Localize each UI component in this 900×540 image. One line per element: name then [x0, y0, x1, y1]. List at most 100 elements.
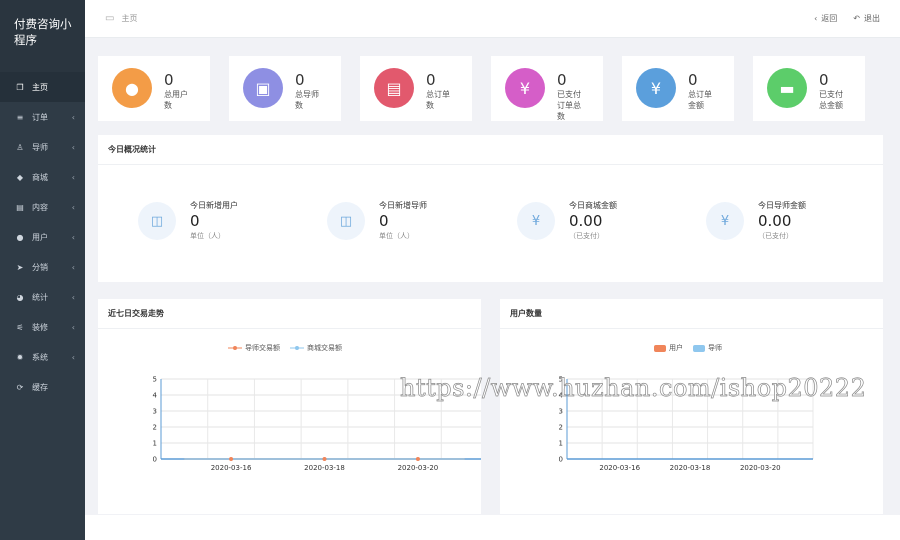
stat-card-4: ¥0 总订单金额 — [622, 56, 734, 121]
sidebar-item-9[interactable]: ✹ 系统 ‹ — [0, 342, 85, 372]
breadcrumb-home[interactable]: 主页 — [121, 13, 137, 24]
sidebar-item-label: 商城 — [32, 172, 48, 182]
x-tick-label: 2020-03-18 — [304, 464, 345, 472]
stat-card-3: ¥0 已支付订单总数 — [491, 56, 603, 121]
door-icon: ◫ — [138, 202, 176, 240]
chevron-left-icon: ‹ — [71, 172, 75, 182]
pie-chart-icon: ◕ — [16, 292, 24, 302]
sidebar-item-label: 用户 — [32, 232, 48, 242]
stat-value: 0 — [557, 71, 567, 89]
user-icon: ● — [112, 68, 152, 108]
chevron-left-icon: ‹ — [71, 292, 75, 302]
send-icon: ➤ — [16, 262, 24, 272]
user-count-title: 用户数量 — [500, 299, 883, 329]
topbar: ▭ 主页 ‹ 返回 ↶ 退出 — [85, 0, 900, 38]
chevron-left-icon: ‹ — [71, 202, 75, 212]
stat-label: 总用户数 — [164, 90, 188, 110]
x-tick-label: 2020-03-20 — [740, 464, 781, 472]
y-tick-label: 5 — [153, 376, 157, 384]
coin-cycle-icon: ¥ — [505, 68, 545, 108]
trend-chart-title: 近七日交易走势 — [98, 299, 481, 329]
refresh-icon: ⟳ — [16, 382, 24, 392]
sidebar-item-10[interactable]: ⟳ 缓存 — [0, 372, 85, 402]
x-tick-label: 2020-03-16 — [599, 464, 640, 472]
sidebar: 付费咨询小程序 ❐ 主页 ≡ 订单 ‹ ♙ 导师 ‹ ◆ 商城 ‹ ▤ 内容 ‹ ● 用户 ‹ ➤ 分销 ‹ ◕ 统计 ‹ ⚟… — [0, 0, 85, 540]
user-count-chart: 0123452020-03-16 2020-03-18 2020-03-20 — [559, 376, 814, 472]
y-tick-label: 4 — [153, 392, 158, 400]
y-tick-label: 1 — [559, 440, 563, 448]
sidebar-item-label: 装修 — [32, 322, 48, 332]
door-icon: ◫ — [327, 202, 365, 240]
stat-value: 0 — [164, 71, 174, 89]
sidebar-item-4[interactable]: ▤ 内容 ‹ — [0, 192, 85, 222]
sidebar-item-2[interactable]: ♙ 导师 ‹ — [0, 132, 85, 162]
today-stat-2: ¥ 今日商城金额 0.00 （已支付） — [517, 201, 617, 241]
stat-card-1: ▣ 0 总导师数 — [229, 56, 341, 121]
chevron-left-icon: ‹ — [71, 262, 75, 272]
user-icon: ● — [16, 232, 24, 242]
logout-button[interactable]: ↶ 退出 — [853, 13, 880, 24]
sidebar-item-label: 导师 — [32, 142, 48, 152]
sidebar-item-label: 内容 — [32, 202, 48, 212]
user-group-icon: ♙ — [16, 142, 24, 152]
y-tick-label: 1 — [153, 440, 157, 448]
sidebar-item-0[interactable]: ❐ 主页 — [0, 72, 85, 102]
today-stat-unit: 单位（人） — [379, 232, 414, 240]
tie-icon: ▣ — [243, 68, 283, 108]
chevron-left-icon: ‹ — [71, 112, 75, 122]
y-tick-label: 2 — [153, 424, 157, 432]
today-stat-0: ◫ 今日新增用户 0 单位（人） — [138, 201, 238, 241]
gear-icon: ✹ — [16, 352, 24, 362]
data-point — [322, 457, 327, 461]
sidebar-item-8[interactable]: ⚟ 装修 ‹ — [0, 312, 85, 342]
logout-label: 退出 — [864, 14, 880, 23]
yuan-icon: ¥ — [706, 202, 744, 240]
y-tick-label: 3 — [559, 408, 563, 416]
footer — [85, 515, 900, 540]
sidebar-item-label: 统计 — [32, 292, 48, 302]
yuan-icon: ¥ — [517, 202, 555, 240]
copy-icon: ❐ — [16, 82, 24, 92]
watermark-text: https://www.huzhan.com/ishop20222 — [400, 374, 867, 403]
y-tick-label: 3 — [153, 408, 157, 416]
x-tick-label: 2020-03-16 — [211, 464, 252, 472]
sidebar-item-3[interactable]: ◆ 商城 ‹ — [0, 162, 85, 192]
stat-value: 0 — [819, 71, 829, 89]
y-tick-label: 0 — [559, 456, 563, 464]
sidebar-item-1[interactable]: ≡ 订单 ‹ — [0, 102, 85, 132]
stat-card-0: ● 0 总用户数 — [98, 56, 210, 121]
sidebar-menu: ❐ 主页 ≡ 订单 ‹ ♙ 导师 ‹ ◆ 商城 ‹ ▤ 内容 ‹ ● 用户 ‹ ➤ 分销 ‹ ◕ 统计 ‹ ⚟ 装修 ‹ ✹ 系统 ‹ ⟳… — [0, 72, 85, 402]
money-bag-icon: ¥ — [636, 68, 676, 108]
sliders-icon: ⚟ — [16, 322, 24, 332]
today-stat-3: ¥ 今日导师金额 0.00 （已支付） — [706, 201, 806, 241]
today-stats-title: 今日概况统计 — [98, 135, 883, 165]
stat-card-5: ▬ 0 已支付总金额 — [753, 56, 865, 121]
sidebar-item-label: 分销 — [32, 262, 48, 272]
stat-value: 0 — [295, 71, 305, 89]
stat-value: 0 — [426, 71, 436, 89]
today-stat-unit: （已支付） — [569, 232, 604, 240]
sidebar-item-5[interactable]: ● 用户 ‹ — [0, 222, 85, 252]
stat-label: 总导师数 — [295, 90, 319, 110]
stat-label: 已支付订单总数 — [557, 90, 581, 121]
today-stat-unit: 单位（人） — [190, 232, 225, 240]
stat-card-2: ▤ 0 总订单数 — [360, 56, 472, 121]
sidebar-item-7[interactable]: ◕ 统计 ‹ — [0, 282, 85, 312]
y-tick-label: 0 — [153, 456, 157, 464]
monitor-icon: ▭ — [105, 13, 115, 24]
today-stat-value: 0.00 — [569, 212, 603, 230]
reply-icon: ↶ — [853, 14, 860, 23]
tag-icon: ◆ — [16, 172, 24, 182]
today-stat-label: 今日新增导师 — [379, 201, 427, 210]
list-icon: ≡ — [16, 112, 24, 122]
sidebar-item-label: 缓存 — [32, 382, 48, 392]
back-button[interactable]: ‹ 返回 — [814, 13, 837, 24]
back-label: 返回 — [821, 14, 838, 23]
data-point — [415, 457, 420, 461]
sidebar-item-label: 订单 — [32, 112, 48, 122]
user-count-panel: 用户数量 用户 导师 0 1 2 3 4 5 2020-03-16 2020-03-18 2020… — [500, 299, 883, 514]
today-stat-value: 0.00 — [758, 212, 792, 230]
x-tick-label: 2020-03-20 — [398, 464, 439, 472]
today-stat-1: ◫ 今日新增导师 0 单位（人） — [327, 201, 427, 241]
sidebar-item-6[interactable]: ➤ 分销 ‹ — [0, 252, 85, 282]
